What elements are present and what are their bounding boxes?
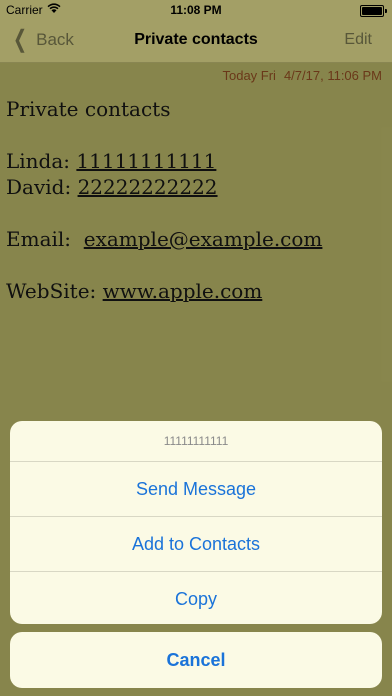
add-to-contacts-button[interactable]: Add to Contacts	[10, 517, 382, 572]
copy-button[interactable]: Copy	[10, 572, 382, 624]
send-message-button[interactable]: Send Message	[10, 462, 382, 517]
cancel-button[interactable]: Cancel	[10, 632, 382, 688]
action-sheet: 11111111111 Send Message Add to Contacts…	[10, 421, 382, 624]
action-sheet-title: 11111111111	[10, 421, 382, 462]
